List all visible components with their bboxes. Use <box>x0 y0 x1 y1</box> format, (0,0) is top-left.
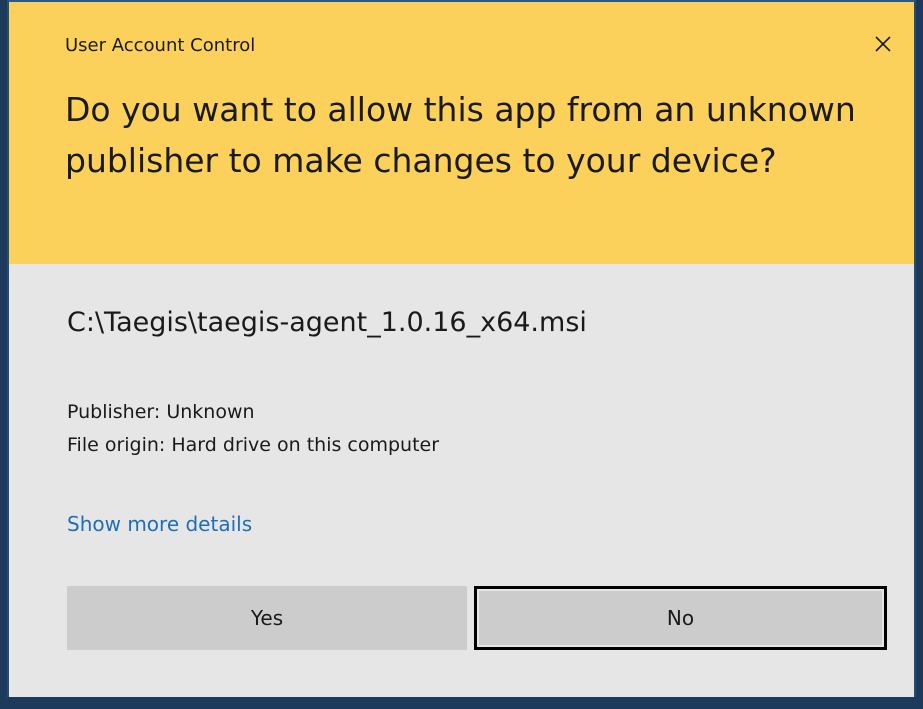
uac-dialog: User Account Control Do you want to allo… <box>7 0 916 697</box>
warning-banner: User Account Control Do you want to allo… <box>9 2 914 264</box>
publisher-text: Publisher: Unknown <box>67 401 255 423</box>
dialog-title: User Account Control <box>65 35 256 56</box>
yes-button[interactable]: Yes <box>67 586 467 650</box>
program-path: C:\Taegis\taegis-agent_1.0.16_x64.msi <box>67 307 587 338</box>
no-button[interactable]: No <box>474 586 887 650</box>
file-origin-text: File origin: Hard drive on this computer <box>67 434 440 456</box>
prompt-question: Do you want to allow this app from an un… <box>65 90 856 180</box>
close-button[interactable] <box>865 26 901 62</box>
show-more-details-link[interactable]: Show more details <box>67 512 252 536</box>
close-icon <box>875 36 891 52</box>
program-info: Publisher: Unknown File origin: Hard dri… <box>67 396 439 462</box>
